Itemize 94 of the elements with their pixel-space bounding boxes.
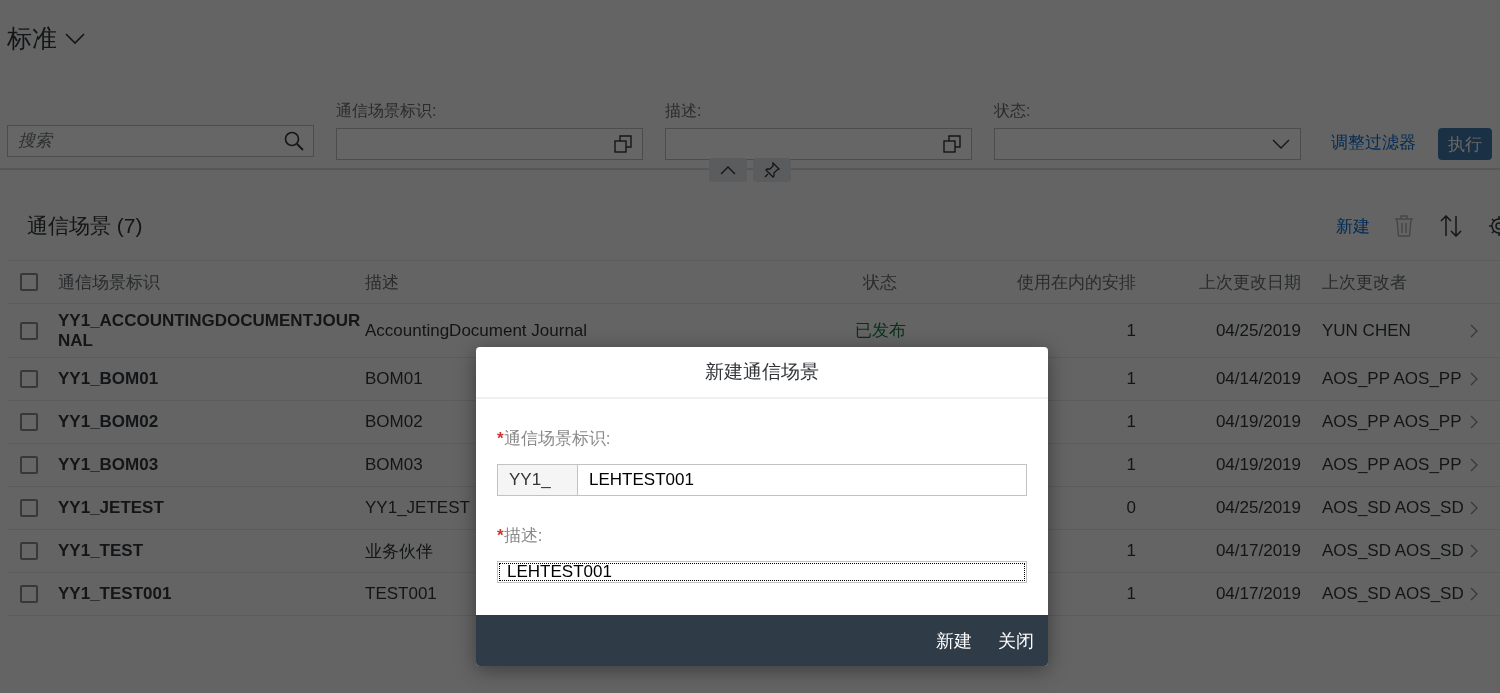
table-cell: AOS_SD AOS_SD — [1322, 584, 1464, 603]
table-cell: AOS_PP AOS_PP — [1322, 455, 1462, 474]
column-header[interactable]: 使用在内的安排 — [1017, 272, 1136, 292]
table-cell: YY1_BOM01 — [58, 369, 159, 388]
column-header[interactable]: 描述 — [365, 272, 399, 292]
table-cell: 04/25/2019 — [1215, 498, 1301, 517]
pin-icon — [764, 162, 780, 178]
filter-label: 通信场景标识: — [336, 101, 438, 121]
value-help-icon — [943, 135, 961, 153]
column-header[interactable]: 上次更改日期 — [1199, 272, 1301, 292]
chevron-right-icon — [1470, 587, 1478, 601]
chevron-right-icon — [1470, 544, 1478, 558]
select-field[interactable] — [994, 128, 1301, 160]
input-field[interactable] — [665, 128, 972, 160]
table-cell: YY1_JETEST — [58, 498, 164, 517]
table-cell: 04/17/2019 — [1215, 584, 1301, 603]
table-cell: 04/17/2019 — [1215, 541, 1301, 560]
table-cell: YY1_JETEST — [365, 498, 470, 517]
prefix-text: YY1_ — [497, 464, 577, 496]
input-field[interactable]: LEHTEST001 — [577, 464, 1027, 496]
search-field[interactable]: 搜索 — [7, 125, 314, 157]
table-cell: 1 — [1126, 320, 1136, 340]
table-cell: 04/19/2019 — [1215, 412, 1301, 431]
chevron-right-icon — [1470, 501, 1478, 515]
table-cell: BOM01 — [365, 369, 423, 388]
sort-icon — [1440, 215, 1462, 237]
chevron-right-icon — [1470, 372, 1478, 386]
row-checkbox[interactable] — [20, 370, 38, 388]
filter-label: 状态: — [994, 101, 1032, 121]
close-button[interactable]: 关闭 — [990, 622, 1042, 659]
pin-button[interactable] — [753, 158, 791, 182]
filter-label: 描述: — [665, 101, 703, 121]
required-mark: * — [497, 429, 504, 448]
row-checkbox[interactable] — [20, 499, 38, 517]
table-cell: 0 — [1126, 498, 1136, 517]
table-title: 通信场景 (7) — [27, 213, 144, 239]
column-header[interactable]: 上次更改者 — [1322, 272, 1407, 292]
table-cell: YUN CHEN — [1322, 320, 1411, 340]
table-cell: 1 — [1126, 584, 1136, 603]
row-checkbox[interactable] — [20, 542, 38, 560]
table-cell: AccountingDocument Journal — [365, 320, 588, 340]
row-checkbox[interactable] — [20, 456, 38, 474]
collapse-button[interactable] — [709, 158, 747, 182]
value-help-icon — [614, 135, 632, 153]
table-cell: 1 — [1126, 455, 1136, 474]
search-icon — [284, 131, 304, 151]
field-label: 描述: — [503, 526, 543, 545]
input-field[interactable]: LEHTEST001 — [497, 561, 1027, 583]
sort-button[interactable] — [1440, 215, 1462, 237]
status-text: 已发布 — [854, 321, 906, 340]
chevron-up-icon — [720, 165, 736, 175]
table-cell: AOS_SD AOS_SD — [1322, 541, 1464, 560]
table-cell: 业务伙伴 — [365, 541, 433, 561]
field-label: 通信场景标识: — [503, 429, 611, 448]
table-cell: AOS_PP AOS_PP — [1322, 369, 1462, 388]
table-cell: 1 — [1126, 412, 1136, 431]
required-mark: * — [497, 526, 504, 545]
chevron-right-icon — [1470, 323, 1478, 338]
table-cell: YY1_TEST — [58, 541, 144, 560]
go-button[interactable]: 执行 — [1438, 128, 1492, 160]
table-cell: 1 — [1126, 369, 1136, 388]
variant-selector[interactable]: 标准 — [7, 22, 85, 55]
table-cell: YY1_TEST001 — [58, 584, 172, 603]
table-cell: 04/25/2019 — [1215, 320, 1301, 340]
table-cell: 04/19/2019 — [1215, 455, 1301, 474]
create-button[interactable]: 新建 — [928, 622, 980, 659]
gear-icon — [1488, 215, 1500, 237]
table-cell: 04/14/2019 — [1215, 369, 1301, 388]
chevron-right-icon — [1470, 458, 1478, 472]
dialog-title: 新建通信场景 — [705, 360, 819, 384]
trash-icon — [1394, 215, 1414, 237]
row-checkbox[interactable] — [20, 321, 38, 340]
row-checkbox[interactable] — [20, 585, 38, 603]
settings-button[interactable] — [1488, 215, 1500, 237]
table-cell: BOM02 — [365, 412, 423, 431]
table-cell: YY1_ACCOUNTINGDOCUMENTJOURNAL — [58, 310, 361, 350]
column-header[interactable]: 通信场景标识 — [58, 272, 160, 292]
table-cell: 1 — [1126, 541, 1136, 560]
column-header[interactable]: 状态 — [863, 272, 897, 292]
table-cell: AOS_PP AOS_PP — [1322, 412, 1462, 431]
delete-button[interactable] — [1394, 215, 1414, 237]
table-cell: YY1_BOM02 — [58, 412, 159, 431]
adapt-filters-link[interactable]: 调整过滤器 — [1331, 131, 1416, 154]
chevron-down-icon — [65, 32, 85, 45]
select-all-checkbox[interactable] — [20, 273, 38, 291]
create-button[interactable]: 新建 — [1336, 214, 1370, 238]
chevron-right-icon — [1470, 415, 1478, 429]
table-cell: TEST001 — [365, 584, 437, 603]
table-cell: BOM03 — [365, 455, 423, 474]
input-field[interactable] — [336, 128, 643, 160]
dropdown-icon — [1272, 139, 1290, 149]
table-cell: YY1_BOM03 — [58, 455, 159, 474]
row-checkbox[interactable] — [20, 413, 38, 431]
table-cell: AOS_SD AOS_SD — [1322, 498, 1464, 517]
